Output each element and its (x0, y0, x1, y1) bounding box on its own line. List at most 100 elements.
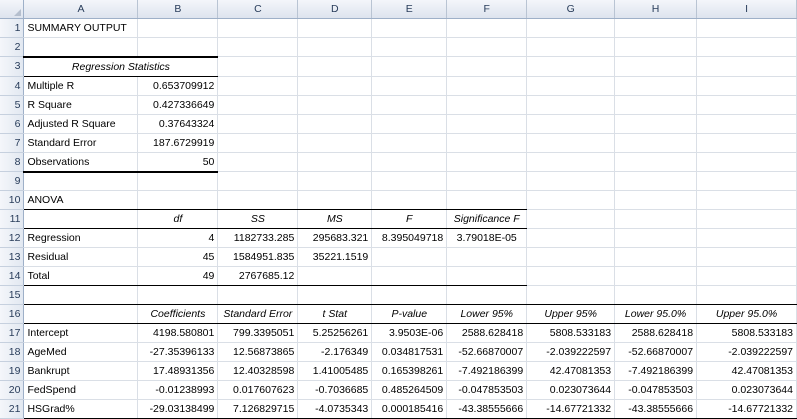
coef-p-cell[interactable]: 0.485264509 (371, 380, 448, 400)
cell[interactable] (526, 247, 616, 267)
coef-label-cell[interactable]: AgeMed (23, 342, 139, 362)
coef-header-standard-error[interactable]: Standard Error (217, 304, 299, 324)
coef-l950-cell[interactable]: 2588.628418 (614, 323, 698, 343)
cell[interactable] (371, 152, 448, 172)
anova-label-cell[interactable]: Residual (23, 247, 139, 267)
row-header[interactable]: 11 (0, 209, 25, 229)
cell[interactable] (614, 133, 698, 153)
anova-df-cell[interactable]: 49 (137, 266, 219, 286)
cell[interactable] (526, 171, 616, 191)
cell[interactable] (696, 37, 797, 57)
cell[interactable] (446, 171, 528, 191)
coef-se-cell[interactable]: 12.56873865 (217, 342, 299, 362)
cell[interactable] (446, 190, 528, 210)
cell[interactable] (217, 37, 299, 57)
column-header-b[interactable]: B (137, 0, 219, 19)
row-header[interactable]: 10 (0, 190, 25, 210)
coef-p-cell[interactable]: 0.165398261 (371, 361, 448, 381)
cell[interactable] (614, 266, 698, 286)
row-header[interactable]: 8 (0, 152, 25, 172)
cell[interactable] (696, 171, 797, 191)
coef-value-cell[interactable]: 4198.580801 (137, 323, 219, 343)
cell[interactable] (23, 285, 139, 305)
cell[interactable] (614, 56, 698, 77)
cell[interactable] (217, 76, 299, 96)
stat-label-multiple-r[interactable]: Multiple R (23, 76, 139, 96)
anova-f-cell[interactable]: 8.395049718 (371, 228, 448, 248)
coef-value-cell[interactable]: -29.03138499 (137, 399, 219, 419)
coef-header-lower-95[interactable]: Lower 95% (446, 304, 528, 324)
cell[interactable] (217, 152, 299, 172)
cell[interactable] (526, 228, 616, 248)
cell[interactable] (614, 95, 698, 115)
anova-label-cell[interactable]: Regression (23, 228, 139, 248)
coef-t-cell[interactable]: 1.41005485 (297, 361, 373, 381)
coef-p-cell[interactable]: 0.034817531 (371, 342, 448, 362)
cell[interactable] (371, 56, 448, 77)
select-all-corner[interactable] (0, 0, 25, 19)
cell[interactable] (446, 152, 528, 172)
anova-df-cell[interactable]: 4 (137, 228, 219, 248)
cell[interactable] (614, 171, 698, 191)
anova-ss-cell[interactable]: 2767685.12 (217, 266, 299, 286)
cell[interactable] (696, 18, 797, 38)
cell[interactable] (526, 76, 616, 96)
cell[interactable] (371, 171, 448, 191)
cell[interactable] (371, 285, 448, 305)
cell[interactable] (23, 171, 139, 191)
column-header-d[interactable]: D (297, 0, 373, 19)
cell[interactable] (23, 304, 139, 324)
cell[interactable] (446, 76, 528, 96)
coef-u950-cell[interactable]: -14.67721332 (696, 399, 797, 419)
column-header-c[interactable]: C (217, 0, 299, 19)
coef-u95-cell[interactable]: 0.023073644 (526, 380, 616, 400)
coef-label-cell[interactable]: Intercept (23, 323, 139, 343)
coef-u950-cell[interactable]: 0.023073644 (696, 380, 797, 400)
cell[interactable] (526, 56, 616, 77)
row-header[interactable]: 1 (0, 18, 25, 38)
column-header-e[interactable]: E (371, 0, 448, 19)
cell[interactable] (696, 190, 797, 210)
cell[interactable] (371, 76, 448, 96)
cell[interactable] (526, 37, 616, 57)
coef-u95-cell[interactable]: -14.67721332 (526, 399, 616, 419)
coef-header-p-value[interactable]: P-value (371, 304, 448, 324)
stat-value-r-square[interactable]: 0.427336649 (137, 95, 219, 115)
column-header-f[interactable]: F (446, 0, 528, 19)
cell[interactable] (371, 114, 448, 134)
coef-header-coefficients[interactable]: Coefficients (137, 304, 219, 324)
anova-sig-cell[interactable] (446, 247, 528, 267)
cell[interactable] (526, 209, 616, 229)
coef-header-lower-95-0[interactable]: Lower 95.0% (614, 304, 698, 324)
coef-se-cell[interactable]: 12.40328598 (217, 361, 299, 381)
coef-u950-cell[interactable]: 5808.533183 (696, 323, 797, 343)
cell[interactable] (696, 247, 797, 267)
cell[interactable] (614, 76, 698, 96)
anova-f-cell[interactable] (371, 266, 448, 286)
stat-value-adjusted-r-square[interactable]: 0.37643324 (137, 114, 219, 134)
cell[interactable] (297, 95, 373, 115)
row-header[interactable]: 19 (0, 361, 25, 381)
cell[interactable] (696, 56, 797, 77)
cell[interactable] (446, 37, 528, 57)
cell[interactable] (371, 133, 448, 153)
anova-sig-cell[interactable] (446, 266, 528, 286)
stat-label-r-square[interactable]: R Square (23, 95, 139, 115)
row-header[interactable]: 9 (0, 171, 25, 191)
anova-label-cell[interactable]: Total (23, 266, 139, 286)
cell[interactable] (614, 114, 698, 134)
cell[interactable] (217, 133, 299, 153)
cell[interactable] (217, 114, 299, 134)
row-header[interactable]: 18 (0, 342, 25, 362)
cell[interactable] (526, 114, 616, 134)
coef-l95-cell[interactable]: -43.38555666 (446, 399, 528, 419)
cell[interactable] (217, 18, 299, 38)
coef-u95-cell[interactable]: 5808.533183 (526, 323, 616, 343)
anova-ss-cell[interactable]: 1584951.835 (217, 247, 299, 267)
cell[interactable] (217, 285, 299, 305)
cell[interactable] (23, 209, 139, 229)
column-header-h[interactable]: H (614, 0, 698, 19)
cell[interactable] (137, 285, 219, 305)
cell[interactable] (696, 114, 797, 134)
cell[interactable] (614, 18, 698, 38)
